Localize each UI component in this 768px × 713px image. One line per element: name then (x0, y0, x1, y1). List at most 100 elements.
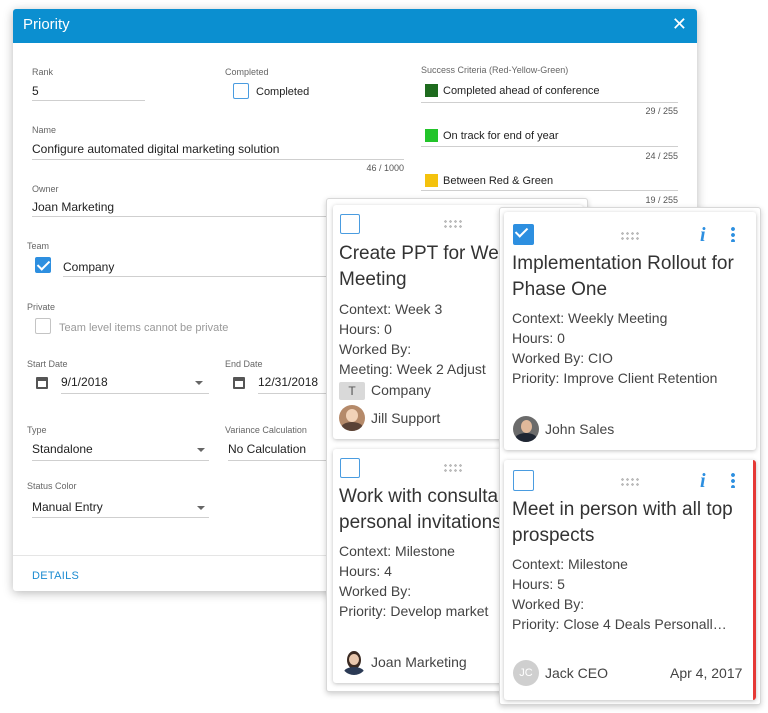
name-counter: 46 / 1000 (366, 163, 404, 173)
success-criteria-label: Success Criteria (Red-Yellow-Green) (421, 65, 569, 75)
card-title: prospects (512, 525, 595, 546)
card-hours: Hours: 0 (512, 330, 565, 346)
start-date-underline (61, 393, 209, 394)
end-date-label: End Date (225, 359, 263, 369)
card-checkbox[interactable] (340, 458, 360, 478)
drag-handle-icon[interactable] (620, 477, 640, 487)
rank-input[interactable]: 5 (32, 84, 39, 98)
card-checkbox[interactable] (340, 214, 360, 234)
card-meeting: Meeting: Week 2 Adjust (339, 361, 486, 377)
more-vert-icon[interactable] (731, 472, 735, 488)
card-worked-by: Worked By: CIO (512, 350, 613, 366)
rank-underline (32, 100, 145, 101)
card-context: Context: Milestone (339, 543, 455, 559)
card-title: personal invitations (339, 512, 502, 533)
private-checkbox[interactable] (35, 318, 51, 334)
card-title: Work with consulta (339, 486, 499, 507)
criteria-swatch-yellow (425, 174, 438, 187)
card-context: Context: Week 3 (339, 301, 443, 317)
avatar (339, 405, 365, 431)
status-color-select[interactable]: Manual Entry (32, 500, 103, 514)
team-checkbox[interactable] (35, 257, 51, 273)
criteria-underline (421, 190, 678, 191)
completed-checkbox-label: Completed (256, 86, 310, 98)
criteria-underline (421, 102, 678, 103)
owner-label: Owner (32, 184, 59, 194)
details-link[interactable]: DETAILS (32, 570, 79, 582)
card-title: Phase One (512, 279, 608, 300)
chevron-down-icon[interactable] (197, 506, 205, 510)
name-underline (32, 159, 404, 160)
owner-input[interactable]: Joan Marketing (32, 200, 114, 214)
private-label: Private (27, 302, 56, 312)
end-date-input[interactable]: 12/31/2018 (258, 375, 318, 389)
variance-underline (228, 460, 338, 461)
variance-select[interactable]: No Calculation (228, 442, 306, 456)
close-icon[interactable]: ✕ (672, 14, 687, 34)
avatar (513, 416, 539, 442)
priority-card[interactable]: i Meet in person with all top prospects … (504, 460, 756, 700)
team-value: Company (63, 260, 115, 274)
rank-label: Rank (32, 67, 54, 77)
card-hours: Hours: 4 (339, 563, 392, 579)
card-owner: Jack CEO (545, 665, 609, 681)
card-priority: Priority: Close 4 Deals Personall… (512, 616, 727, 632)
drag-handle-icon[interactable] (443, 463, 463, 473)
card-context: Context: Weekly Meeting (512, 310, 668, 326)
chevron-down-icon[interactable] (195, 381, 203, 385)
criteria-swatch-green (425, 129, 438, 142)
card-worked-by: Worked By: (339, 341, 412, 357)
avatar: JC (513, 660, 539, 686)
variance-label: Variance Calculation (225, 425, 307, 435)
criteria-counter: 29 / 255 (645, 106, 678, 116)
type-select[interactable]: Standalone (32, 442, 93, 456)
info-icon[interactable]: i (700, 471, 706, 491)
completed-label: Completed (225, 67, 269, 77)
card-date: Apr 4, 2017 (670, 665, 743, 681)
status-color-underline (32, 517, 209, 518)
criteria-swatch-dark-green (425, 84, 438, 97)
team-label: Team (27, 241, 50, 251)
criteria-text[interactable]: Between Red & Green (443, 175, 553, 187)
card-team: Company (371, 382, 431, 398)
card-owner: Jill Support (371, 410, 441, 426)
type-underline (32, 460, 209, 461)
card-worked-by: Worked By: (339, 583, 412, 599)
card-hours: Hours: 0 (339, 321, 392, 337)
info-icon[interactable]: i (700, 225, 706, 245)
name-input[interactable]: Configure automated digital marketing so… (32, 142, 279, 156)
card-checkbox[interactable] (513, 224, 534, 245)
criteria-counter: 19 / 255 (645, 195, 678, 205)
criteria-text[interactable]: On track for end of year (443, 130, 559, 142)
completed-checkbox[interactable] (233, 83, 249, 99)
card-title: Implementation Rollout for (512, 253, 734, 274)
card-hours: Hours: 5 (512, 576, 565, 592)
avatar (341, 649, 367, 675)
team-underline (63, 276, 333, 277)
calendar-icon[interactable] (233, 377, 245, 389)
drag-handle-icon[interactable] (443, 219, 463, 229)
start-date-input[interactable]: 9/1/2018 (61, 375, 108, 389)
card-checkbox[interactable] (513, 470, 534, 491)
card-panel-front: i Implementation Rollout for Phase One C… (499, 207, 761, 705)
type-label: Type (27, 425, 47, 435)
criteria-counter: 24 / 255 (645, 151, 678, 161)
priority-card[interactable]: i Implementation Rollout for Phase One C… (504, 212, 756, 450)
card-priority: Priority: Develop market (339, 603, 489, 619)
criteria-text[interactable]: Completed ahead of conference (443, 85, 600, 97)
card-context: Context: Milestone (512, 556, 628, 572)
more-vert-icon[interactable] (731, 226, 735, 242)
dialog-header: Priority ✕ (13, 9, 697, 43)
calendar-icon[interactable] (36, 377, 48, 389)
card-title: Meet in person with all top (512, 499, 733, 520)
team-badge: T (339, 382, 365, 400)
start-date-label: Start Date (27, 359, 68, 369)
dialog-title: Priority (23, 16, 70, 33)
card-owner: Joan Marketing (371, 654, 467, 670)
drag-handle-icon[interactable] (620, 231, 640, 241)
card-title: Create PPT for Wee (339, 243, 510, 264)
criteria-underline (421, 146, 678, 147)
name-label: Name (32, 125, 57, 135)
chevron-down-icon[interactable] (197, 448, 205, 452)
card-title: Meeting (339, 269, 407, 290)
